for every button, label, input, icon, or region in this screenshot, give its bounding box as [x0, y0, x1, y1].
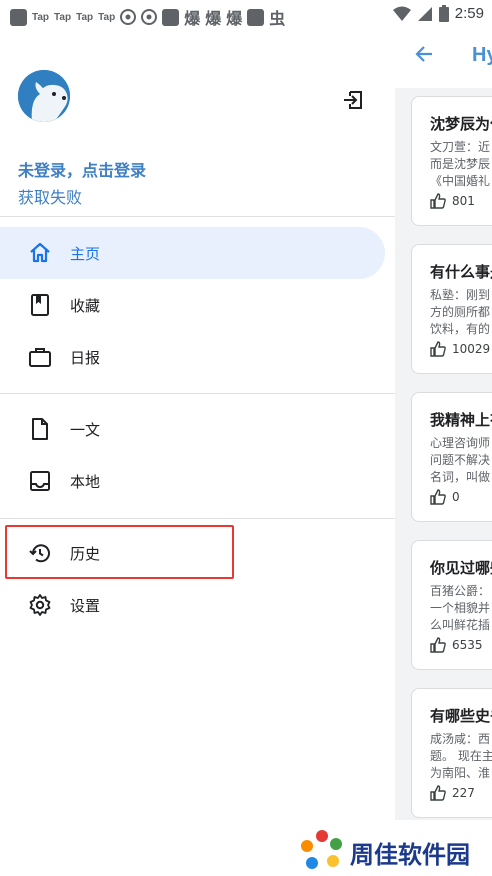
status-bar: Tap Tap Tap Tap 爆 爆 爆 虫 2:59 [0, 0, 492, 30]
card-likes: 801 [430, 193, 475, 209]
notification-tap-label: Tap [54, 11, 72, 23]
card-likes: 6535 [430, 637, 483, 653]
thumbs-up-icon [430, 489, 446, 505]
card-excerpt: 私塾：刚到 方的厕所都 饮料，有的 [430, 288, 491, 336]
notification-glyph: 虫 [269, 9, 286, 28]
document-icon [32, 418, 48, 440]
card-title: 有什么事是 [430, 263, 492, 281]
card-likes: 0 [430, 489, 460, 505]
thumbs-up-icon [430, 193, 446, 209]
divider [0, 216, 395, 217]
fetch-failed-text: 获取失败 [18, 188, 83, 207]
logout-icon[interactable] [341, 88, 365, 116]
nav-item-daily[interactable]: 日报 [0, 331, 385, 383]
thumbs-up-icon [430, 637, 446, 653]
nav-item-home[interactable]: 主页 [0, 227, 385, 279]
nav-label: 收藏 [70, 296, 101, 315]
nav-item-one-article[interactable]: 一文 [0, 403, 385, 455]
signal-icon [417, 6, 432, 21]
annotation-highlight-box [5, 525, 234, 579]
watermark-text: 周佳软件园 [350, 841, 470, 869]
card-likes: 227 [430, 785, 475, 801]
feed-card[interactable]: 你见过哪些 百猪公爵：一个相貌并么叫鲜花插 6535 [411, 540, 492, 670]
card-excerpt: 文刀萱：近 而是沈梦辰 《中国婚礼 [430, 140, 491, 188]
avatar[interactable] [18, 70, 70, 122]
login-prompt-link[interactable]: 未登录，点击登录 [18, 157, 146, 181]
feed-card[interactable]: 有什么事是 私塾：刚到方的厕所都饮料，有的 10029 [411, 244, 492, 374]
nav-item-settings[interactable]: 设置 [0, 579, 385, 631]
thumbs-up-icon [430, 785, 446, 801]
notification-glyph: 爆 [205, 9, 222, 28]
nav-label: 一文 [70, 420, 101, 439]
card-excerpt: 心理咨询师 问题不解决 名词，叫做 [430, 436, 491, 484]
feed-card[interactable]: 沈梦辰为什 文刀萱：近而是沈梦辰《中国婚礼 801 [411, 96, 492, 226]
settings-icon [29, 594, 51, 616]
feed-card[interactable]: 有哪些史书 成汤咸：西题。 现在主为南阳、淮 227 [411, 688, 492, 818]
card-title: 我精神上有 [430, 411, 492, 429]
back-arrow-icon[interactable] [414, 44, 434, 68]
card-title: 你见过哪些 [430, 559, 492, 577]
card-title: 沈梦辰为什 [430, 115, 492, 133]
notification-app-icon [162, 8, 180, 26]
feed-card[interactable]: 我精神上有 心理咨询师问题不解决名词，叫做 0 [411, 392, 492, 522]
clock: 2:59 [454, 5, 484, 22]
aperture-icon [141, 9, 158, 25]
nav-item-local[interactable]: 本地 [0, 455, 385, 507]
notification-tap-label: Tap [32, 11, 50, 23]
notification-app-icon [10, 8, 27, 26]
notification-tap-label: Tap [76, 11, 94, 23]
notification-app-icon [247, 8, 265, 26]
main-page-title: Hy [472, 44, 492, 66]
card-title: 有哪些史书 [430, 707, 492, 725]
watermark-logo-icon [300, 828, 344, 876]
card-excerpt: 成汤咸：西 题。 现在主 为南阳、淮 [430, 732, 492, 780]
thumbs-up-icon [430, 341, 446, 357]
briefcase-icon [29, 348, 51, 367]
battery-icon [438, 5, 449, 22]
inbox-icon [30, 471, 50, 491]
nav-label: 日报 [70, 348, 101, 367]
wifi-icon [392, 6, 411, 21]
nav-label: 主页 [70, 244, 101, 263]
card-excerpt: 百猪公爵： 一个相貌并 么叫鲜花插 [430, 584, 491, 632]
home-icon [30, 242, 50, 263]
nav-label: 设置 [70, 596, 101, 615]
divider [0, 393, 395, 394]
notification-glyph: 爆 [184, 9, 201, 28]
bookmark-icon [31, 294, 49, 316]
notification-glyph: 爆 [226, 9, 243, 28]
nav-label: 本地 [70, 472, 101, 491]
notification-tap-label: Tap [98, 11, 116, 23]
navigation-drawer: 未登录，点击登录 获取失败 主页 收藏 日报 一文 本地 历史 设置 [0, 30, 395, 820]
aperture-icon [120, 9, 137, 25]
nav-item-favorites[interactable]: 收藏 [0, 279, 385, 331]
card-likes: 10029 [430, 341, 490, 357]
divider [0, 518, 395, 519]
avatar-image-icon [18, 70, 70, 122]
